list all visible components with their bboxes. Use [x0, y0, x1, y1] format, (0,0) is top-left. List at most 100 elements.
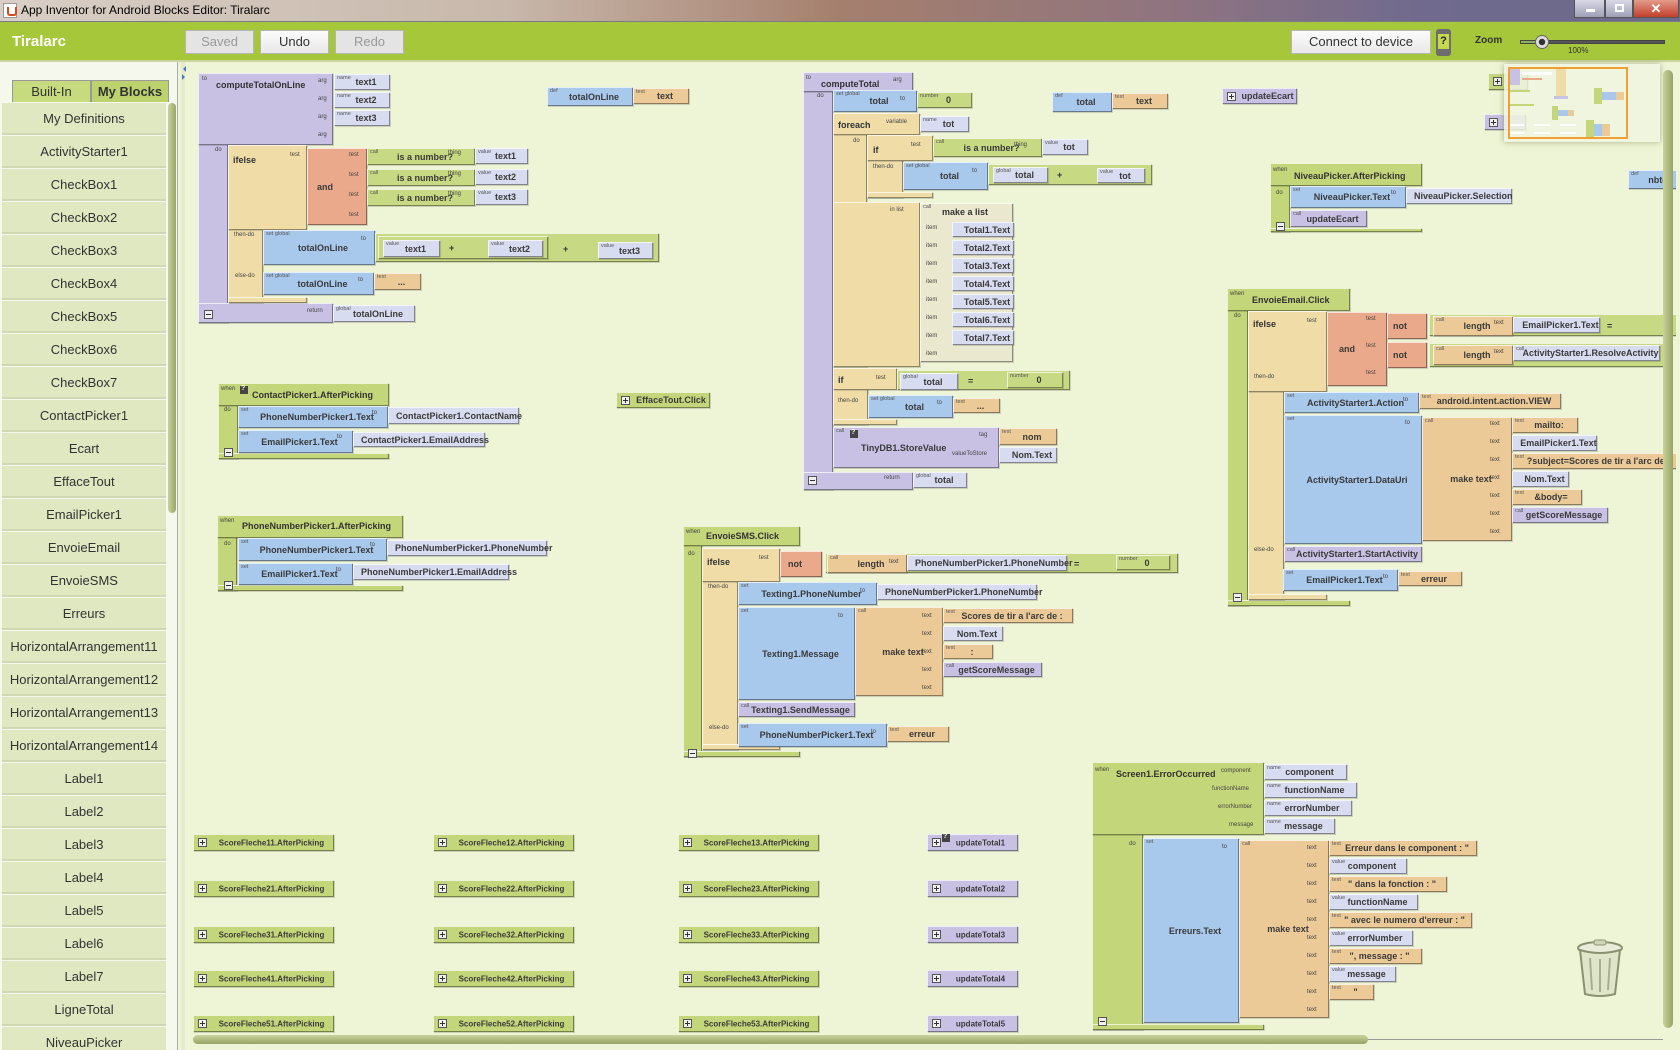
block-error-set[interactable]: set Erreurs.Text [1143, 838, 1239, 1023]
block-update_totals-3[interactable]: updateTotal4 [927, 970, 1018, 987]
block-def_tol-name[interactable]: def totalOnLine [547, 87, 633, 106]
block-niveau-value[interactable]: NiveauPicker.Selection [1406, 188, 1513, 204]
block-niveau-set_prop[interactable]: set NiveauPicker.Text [1290, 186, 1406, 208]
tab-built-in[interactable]: Built-In [12, 80, 91, 102]
block-phone-val1[interactable]: PhoneNumberPicker1.PhoneNumber [387, 540, 553, 556]
block-contact-set2[interactable]: set EmailPicker1.Text [238, 430, 353, 453]
block-ct-sum_var[interactable]: set global total [903, 162, 988, 190]
drawer-item[interactable]: Label3 [2, 829, 166, 861]
block-error-parts-8[interactable]: text " [1329, 984, 1374, 1000]
block-update_totals-2[interactable]: updateTotal3 [927, 926, 1018, 943]
block-error-parts-2[interactable]: text " dans la fonction : " [1329, 876, 1447, 892]
collapse-icon[interactable] [688, 749, 697, 758]
block-ct-test_value[interactable]: value tot [1042, 139, 1088, 155]
drawer-item[interactable]: EmailPicker1 [2, 499, 166, 531]
block-efface-event[interactable]: EffaceTout.Click [616, 392, 710, 408]
block-ct-variable[interactable]: name tot [920, 116, 969, 132]
maximize-button[interactable] [1605, 0, 1633, 18]
block-sms-len_arg[interactable]: PhoneNumberPicker1.PhoneNumber [907, 555, 1073, 571]
block-email-action[interactable]: text android.intent.action.VIEW [1419, 393, 1561, 409]
block-sms-else_set[interactable]: set PhoneNumberPicker1.Text [738, 723, 887, 747]
block-error-params-3[interactable]: name message [1264, 818, 1335, 834]
drawer-item[interactable]: ActivityStarter1 [2, 136, 166, 168]
block-ct-items-1[interactable]: Total2.Text [952, 240, 1014, 255]
block-ct-sum_value[interactable]: value tot [1097, 168, 1145, 183]
tab-my-blocks[interactable]: My Blocks [91, 80, 169, 102]
block-ct-items-0[interactable]: Total1.Text [952, 222, 1014, 237]
block-email-not[interactable]: not [1387, 313, 1427, 339]
block-ctol-values-1[interactable]: value text2 [475, 169, 528, 185]
saved-button[interactable]: Saved [185, 30, 254, 54]
block-error-parts-1[interactable]: value component [1329, 858, 1407, 874]
block-error-parts-0[interactable]: text Erreur dans le component : " [1329, 840, 1477, 856]
block-ct-items-5[interactable]: Total6.Text [952, 312, 1014, 327]
block-phone-set1[interactable]: set PhoneNumberPicker1.Text [238, 538, 387, 561]
block-error-parts-5[interactable]: value errorNumber [1329, 930, 1413, 946]
collapse-icon[interactable] [204, 310, 213, 319]
block-error-params-2[interactable]: name errorNumber [1264, 800, 1352, 816]
block-ctol-args-2[interactable]: name text3 [334, 110, 390, 126]
drawer-item[interactable]: EffaceTout [2, 466, 166, 498]
block-ct-eq_global[interactable]: global total [900, 373, 958, 390]
block-email-parts-1[interactable]: EmailPicker1.Text [1512, 435, 1597, 451]
minimize-button[interactable] [1574, 0, 1605, 18]
drawer-item[interactable]: EnvoieSMS [2, 565, 166, 597]
sidebar-scrollbar[interactable] [168, 103, 176, 513]
connect-to-device-button[interactable]: Connect to device [1291, 30, 1431, 54]
block-update_totals-0[interactable]: updateTotal1 [927, 834, 1018, 851]
drawer-item[interactable]: CheckBox5 [2, 301, 166, 333]
drawer-item[interactable]: Label6 [2, 928, 166, 960]
block-sms-val1[interactable]: PhoneNumberPicker1.PhoneNumber [877, 584, 1043, 600]
block-ctol-sum_values-1[interactable]: value text2 [488, 240, 543, 257]
zoom-slider[interactable] [1520, 35, 1665, 49]
block-score_events-9[interactable]: ScoreFleche41.AfterPicking [193, 970, 334, 987]
block-ct-reset_var[interactable]: set global total [868, 395, 953, 418]
block-ctol-set_var[interactable]: set global totalOnLine [263, 230, 375, 265]
block-email-not[interactable]: not [1387, 342, 1427, 368]
workspace-horizontal-scrollbar[interactable] [193, 1035, 1368, 1044]
block-def_total-name[interactable]: def total [1052, 92, 1112, 112]
block-score_events-4[interactable]: ScoreFleche22.AfterPicking [433, 880, 574, 897]
block-ct-return_var[interactable]: global total [913, 472, 967, 488]
undo-button[interactable]: Undo [260, 30, 329, 54]
collapse-icon[interactable] [1233, 593, 1242, 602]
block-score_events-8[interactable]: ScoreFleche33.AfterPicking [678, 926, 819, 943]
block-email-parts-2[interactable]: text ?subject=Scores de tir a l'arc de : [1512, 453, 1676, 469]
collapse-icon[interactable] [224, 581, 233, 590]
drawer-item[interactable]: Label4 [2, 862, 166, 894]
block-sms-parts-2[interactable]: text: [943, 644, 993, 659]
help-icon[interactable] [942, 833, 950, 842]
expand-icon[interactable] [1489, 118, 1498, 127]
drawer-item[interactable]: Label5 [2, 895, 166, 927]
block-score_events-6[interactable]: ScoreFleche31.AfterPicking [193, 926, 334, 943]
block-score_events-11[interactable]: ScoreFleche43.AfterPicking [678, 970, 819, 987]
collapse-icon[interactable] [1276, 222, 1285, 231]
minimap-viewport[interactable] [1508, 67, 1628, 139]
drawer-item[interactable]: HorizontalArrangement13 [2, 697, 166, 729]
block-ct-items-3[interactable]: Total4.Text [952, 276, 1014, 291]
block-email-length[interactable]: call length [1433, 345, 1513, 365]
block-score_events-14[interactable]: ScoreFleche53.AfterPicking [678, 1015, 819, 1032]
block-email-else_set[interactable]: set EmailPicker1.Text [1283, 569, 1398, 591]
drawer-item[interactable]: Label7 [2, 961, 166, 993]
block-score_events-12[interactable]: ScoreFleche51.AfterPicking [193, 1015, 334, 1032]
block-ctol-args-1[interactable]: name text2 [334, 92, 390, 108]
block-ct-store_value[interactable]: Nom.Text [999, 447, 1057, 463]
block-score_events-7[interactable]: ScoreFleche32.AfterPicking [433, 926, 574, 943]
trash-icon[interactable] [1574, 938, 1626, 998]
block-niveau-call[interactable]: call updateEcart [1290, 210, 1367, 227]
block-email-len1[interactable]: EmailPicker1.Text [1513, 317, 1600, 333]
block-sms-number[interactable]: number 0 [1116, 555, 1170, 570]
block-email-parts-0[interactable]: text mailto: [1512, 417, 1578, 433]
block-email-len2[interactable]: call ActivityStarter1.ResolveActivity [1513, 345, 1660, 361]
block-score_events-5[interactable]: ScoreFleche23.AfterPicking [678, 880, 819, 897]
drawer-item[interactable]: Label2 [2, 796, 166, 828]
block-sms-not[interactable]: not [780, 551, 822, 577]
help-icon[interactable] [240, 385, 248, 394]
block-ct-items-4[interactable]: Total5.Text [952, 294, 1014, 309]
block-email-parts-3[interactable]: Nom.Text [1512, 471, 1569, 487]
block-score_events-1[interactable]: ScoreFleche12.AfterPicking [433, 834, 574, 851]
workspace-vertical-scrollbar[interactable] [1663, 70, 1673, 1028]
block-score_events-0[interactable]: ScoreFleche11.AfterPicking [193, 834, 334, 851]
block-sms-parts-0[interactable]: text Scores de tir a l'arc de : [943, 608, 1073, 623]
